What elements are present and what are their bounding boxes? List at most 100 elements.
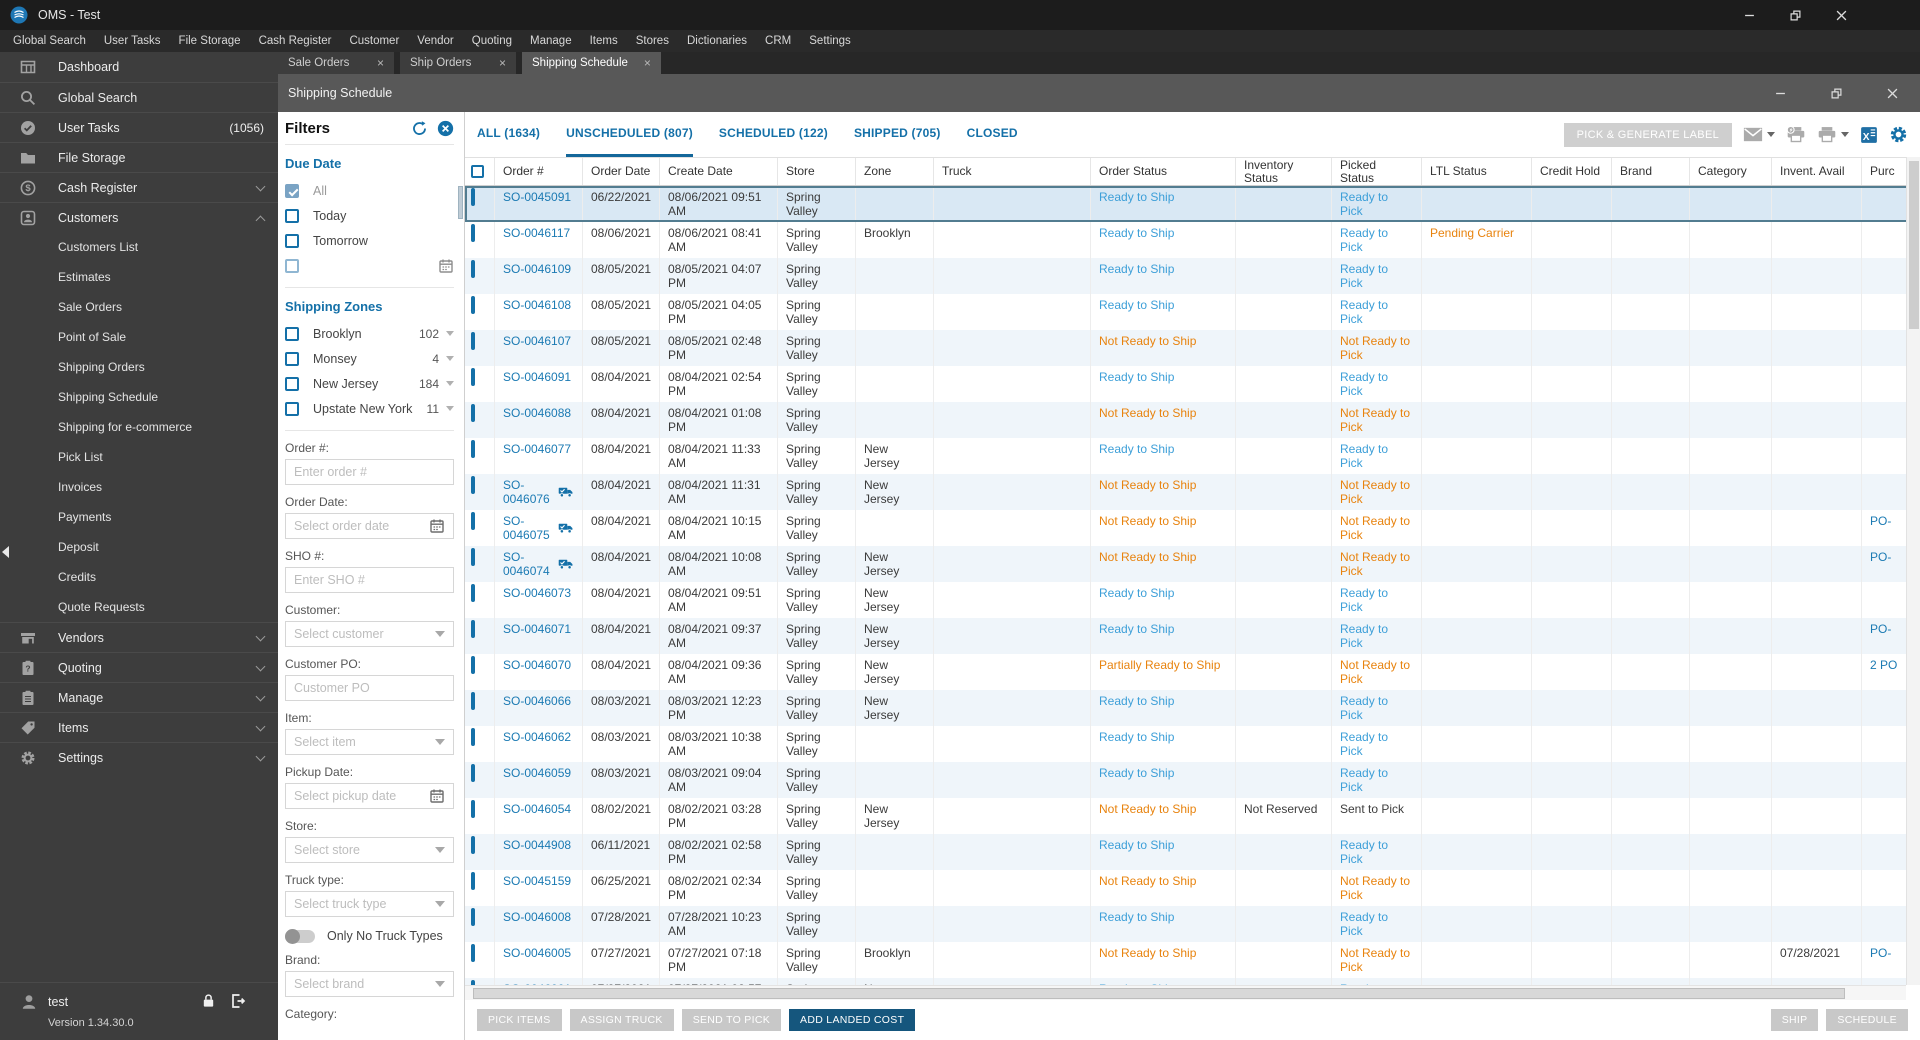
filter-input-sho[interactable]: Enter SHO # <box>285 567 454 593</box>
order-link[interactable]: SO-0044908 <box>503 838 571 852</box>
zone-option-monsey[interactable]: Monsey 4 <box>285 346 454 371</box>
order-link[interactable]: SO-0046076 <box>503 478 553 506</box>
zone-option-brooklyn[interactable]: Brooklyn 102 <box>285 321 454 346</box>
table-row[interactable]: SO-0046054 08/02/2021 08/02/2021 03:28 PM S… <box>465 798 1912 834</box>
assign-truck-button[interactable]: ASSIGN TRUCK <box>569 1009 674 1031</box>
table-row[interactable]: SO-0046076 08/04/2021 08/04/2021 11:31 AM S… <box>465 474 1912 510</box>
filter-input-truck-type[interactable]: Select truck type <box>285 891 454 917</box>
table-row[interactable]: SO-0046059 08/03/2021 08/03/2021 09:04 AM S… <box>465 762 1912 798</box>
filter-input-order[interactable]: Enter order # <box>285 459 454 485</box>
schedule-button[interactable]: SCHEDULE <box>1826 1009 1908 1031</box>
close-filters-icon[interactable] <box>437 120 454 137</box>
row-checkbox[interactable] <box>471 836 475 854</box>
purchase-order-link[interactable]: PO- <box>1870 622 1891 636</box>
table-row[interactable]: SO-0045159 06/25/2021 08/02/2021 02:34 PM S… <box>465 870 1912 906</box>
checkbox[interactable] <box>285 351 299 366</box>
order-link[interactable]: SO-0045159 <box>503 874 571 888</box>
sidebar-item-invoices[interactable]: Invoices <box>0 472 278 502</box>
inner-minimize-button[interactable] <box>1752 74 1808 112</box>
sidebar-item-shipping-for-e-commerce[interactable]: Shipping for e-commerce <box>0 412 278 442</box>
table-row[interactable]: SO-0046005 07/27/2021 07/27/2021 07:18 PM S… <box>465 942 1912 978</box>
checkbox[interactable] <box>285 401 299 416</box>
row-checkbox[interactable] <box>471 872 475 890</box>
grid-tab-unscheduled-807[interactable]: UNSCHEDULED (807) <box>566 112 693 157</box>
menu-stores[interactable]: Stores <box>627 35 678 47</box>
toggle-pill[interactable] <box>285 928 315 944</box>
row-checkbox[interactable] <box>471 908 475 926</box>
filter-input-store[interactable]: Select store <box>285 837 454 863</box>
row-checkbox[interactable] <box>471 440 475 458</box>
row-checkbox[interactable] <box>471 728 475 746</box>
inner-restore-button[interactable] <box>1808 74 1864 112</box>
sidebar-item-global-search[interactable]: Global Search <box>0 82 278 112</box>
purchase-order-link[interactable]: 2 PO <box>1870 658 1897 672</box>
chevron-down-icon[interactable] <box>446 331 454 336</box>
refresh-icon[interactable] <box>411 120 428 137</box>
due-date-option-all[interactable]: All <box>285 178 454 203</box>
row-checkbox[interactable] <box>471 224 475 242</box>
table-row[interactable]: SO-0046066 08/03/2021 08/03/2021 12:23 PM S… <box>465 690 1912 726</box>
table-row[interactable]: SO-0046117 08/06/2021 08/06/2021 08:41 AM S… <box>465 222 1912 258</box>
row-checkbox[interactable] <box>471 692 475 710</box>
menu-user-tasks[interactable]: User Tasks <box>95 35 170 47</box>
table-row[interactable]: SO-0046008 07/28/2021 07/28/2021 10:23 AM S… <box>465 906 1912 942</box>
table-row[interactable]: SO-0046077 08/04/2021 08/04/2021 11:33 AM S… <box>465 438 1912 474</box>
checkbox[interactable] <box>285 376 299 391</box>
logout-icon[interactable] <box>230 993 246 1009</box>
order-link[interactable]: SO-0046091 <box>503 370 571 384</box>
sidebar-item-deposit[interactable]: Deposit <box>0 532 278 562</box>
menu-crm[interactable]: CRM <box>756 35 800 47</box>
checkbox[interactable] <box>285 326 299 341</box>
menu-customer[interactable]: Customer <box>340 35 408 47</box>
grid-tab-shipped-705[interactable]: SHIPPED (705) <box>854 112 941 157</box>
order-link[interactable]: SO-0046071 <box>503 622 571 636</box>
purchase-order-link[interactable]: PO- <box>1870 514 1891 528</box>
table-row[interactable]: SO-0046107 08/05/2021 08/05/2021 02:48 PM S… <box>465 330 1912 366</box>
sidebar-item-settings[interactable]: Settings <box>0 742 278 772</box>
sidebar-item-dashboard[interactable]: Dashboard <box>0 52 278 82</box>
row-checkbox[interactable] <box>471 296 475 314</box>
grid-tab-closed[interactable]: CLOSED <box>967 112 1018 157</box>
horizontal-scrollbar-thumb[interactable] <box>473 988 1845 999</box>
filter-input-customer-po[interactable]: Customer PO <box>285 675 454 701</box>
sidebar-item-estimates[interactable]: Estimates <box>0 262 278 292</box>
maximize-button[interactable] <box>1772 0 1818 30</box>
sidebar-item-shipping-orders[interactable]: Shipping Orders <box>0 352 278 382</box>
filter-input-pickup-date[interactable]: Select pickup date <box>285 783 454 809</box>
table-row[interactable]: SO-0046088 08/04/2021 08/04/2021 01:08 PM S… <box>465 402 1912 438</box>
order-link[interactable]: SO-0046108 <box>503 298 571 312</box>
row-checkbox[interactable] <box>471 620 475 638</box>
sidebar-item-manage[interactable]: Manage <box>0 682 278 712</box>
table-row[interactable]: SO-0046109 08/05/2021 08/05/2021 04:07 PM S… <box>465 258 1912 294</box>
order-link[interactable]: SO-0046008 <box>503 910 571 924</box>
row-checkbox[interactable] <box>471 944 475 962</box>
row-checkbox[interactable] <box>471 800 475 818</box>
row-checkbox[interactable] <box>471 584 475 602</box>
order-link[interactable]: SO-0046070 <box>503 658 571 672</box>
row-checkbox[interactable] <box>471 656 475 674</box>
sidebar-item-quoting[interactable]: Quoting <box>0 652 278 682</box>
sidebar-item-cash-register[interactable]: Cash Register <box>0 172 278 202</box>
close-tab-icon[interactable]: × <box>499 57 506 69</box>
chevron-down-icon[interactable] <box>446 381 454 386</box>
grid-tab-all-1634[interactable]: ALL (1634) <box>477 112 540 157</box>
menu-global-search[interactable]: Global Search <box>4 35 95 47</box>
export-excel-button[interactable] <box>1860 126 1878 144</box>
close-tab-icon[interactable]: × <box>644 57 651 69</box>
order-link[interactable]: SO-0046075 <box>503 514 553 542</box>
table-row[interactable]: SO-0046091 08/04/2021 08/04/2021 02:54 PM S… <box>465 366 1912 402</box>
table-row[interactable]: SO-0046070 08/04/2021 08/04/2021 09:36 AM S… <box>465 654 1912 690</box>
checkbox[interactable] <box>285 233 299 248</box>
order-link[interactable]: SO-0045091 <box>503 190 571 204</box>
row-checkbox[interactable] <box>471 188 475 206</box>
row-checkbox[interactable] <box>471 764 475 782</box>
due-date-option-today[interactable]: Today <box>285 203 454 228</box>
sidebar-item-customers[interactable]: Customers <box>0 202 278 232</box>
order-link[interactable]: SO-0046117 <box>503 226 570 240</box>
checkbox[interactable] <box>285 258 299 273</box>
sidebar-item-customers-list[interactable]: Customers List <box>0 232 278 262</box>
select-all-checkbox[interactable] <box>471 165 484 178</box>
table-row[interactable]: SO-0046071 08/04/2021 08/04/2021 09:37 AM S… <box>465 618 1912 654</box>
table-row[interactable]: SO-0046074 08/04/2021 08/04/2021 10:08 AM S… <box>465 546 1912 582</box>
order-link[interactable]: SO-0046109 <box>503 262 571 276</box>
